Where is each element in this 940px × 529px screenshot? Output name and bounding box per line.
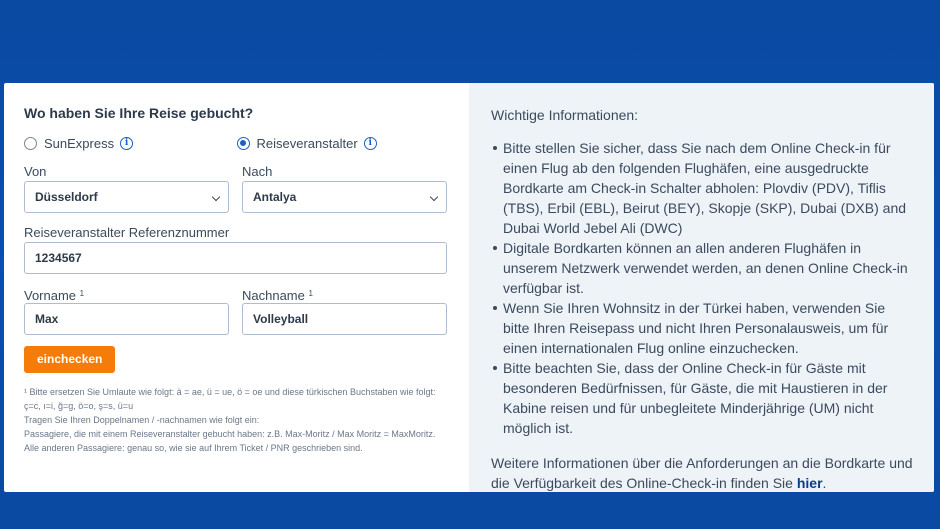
info-list: Bitte stellen Sie sicher, dass Sie nach … — [491, 138, 914, 438]
referenz-value: 1234567 — [35, 251, 82, 265]
von-select[interactable]: Düsseldorf — [24, 181, 229, 213]
hier-link[interactable]: hier — [797, 475, 823, 491]
einchecken-button[interactable]: einchecken — [24, 346, 116, 373]
radio-button-sunexpress[interactable] — [24, 136, 37, 150]
booking-type-group: SunExpress i Reiseveranstalter i — [24, 133, 449, 153]
info-icon[interactable]: i — [363, 136, 377, 150]
footnote-line: Tragen Sie Ihren Doppelnamen / -nachname… — [24, 415, 260, 425]
footnote-line: ¹ Bitte ersetzen Sie Umlaute wie folgt: … — [24, 387, 436, 411]
footnote-line: Alle anderen Passagiere: genau so, wie s… — [24, 443, 363, 453]
checkin-form: Wo haben Sie Ihre Reise gebucht? SunExpr… — [4, 83, 469, 492]
info-title: Wichtige Informationen: — [491, 107, 639, 123]
footnote: ¹ Bitte ersetzen Sie Umlaute wie folgt: … — [24, 385, 449, 455]
von-value: Düsseldorf — [35, 190, 98, 204]
info-item: Digitale Bordkarten können an allen ande… — [493, 238, 914, 298]
nachname-label: Nachname 1 — [242, 288, 313, 303]
footnote-line: Passagiere, die mit einem Reiseveranstal… — [24, 429, 436, 439]
nach-select[interactable]: Antalya — [242, 181, 447, 213]
info-item: Wenn Sie Ihren Wohnsitz in der Türkei ha… — [493, 298, 914, 358]
info-icon[interactable]: i — [120, 136, 134, 150]
info-panel: Wichtige Informationen: Bitte stellen Si… — [469, 83, 934, 492]
radio-button-reiseveranstalter[interactable] — [236, 136, 250, 150]
referenz-input[interactable]: 1234567 — [24, 242, 447, 274]
nachname-value: Volleyball — [253, 312, 309, 326]
radio-sunexpress[interactable]: SunExpress i — [24, 133, 237, 153]
von-label: Von — [24, 164, 47, 179]
chevron-down-icon — [211, 192, 221, 202]
vorname-input[interactable]: Max — [24, 303, 229, 335]
radio-label-reiseveranstalter: Reiseveranstalter — [256, 135, 358, 151]
radio-reiseveranstalter[interactable]: Reiseveranstalter i — [236, 133, 450, 153]
nachname-input[interactable]: Volleyball — [242, 303, 447, 335]
vorname-label: Vorname 1 — [24, 288, 85, 303]
radio-label-sunexpress: SunExpress — [44, 135, 115, 151]
nach-value: Antalya — [253, 190, 297, 204]
nach-label: Nach — [242, 164, 273, 179]
more-info-text: Weitere Informationen über die Anforderu… — [491, 455, 913, 491]
vorname-value: Max — [35, 312, 59, 326]
referenz-label: Reiseveranstalter Referenznummer — [24, 225, 230, 240]
form-heading: Wo haben Sie Ihre Reise gebucht? — [24, 105, 254, 121]
chevron-down-icon — [429, 192, 439, 202]
info-item: Bitte stellen Sie sicher, dass Sie nach … — [493, 138, 914, 238]
info-item: Bitte beachten Sie, dass der Online Chec… — [493, 358, 914, 438]
checkin-card: Wo haben Sie Ihre Reise gebucht? SunExpr… — [4, 83, 934, 492]
